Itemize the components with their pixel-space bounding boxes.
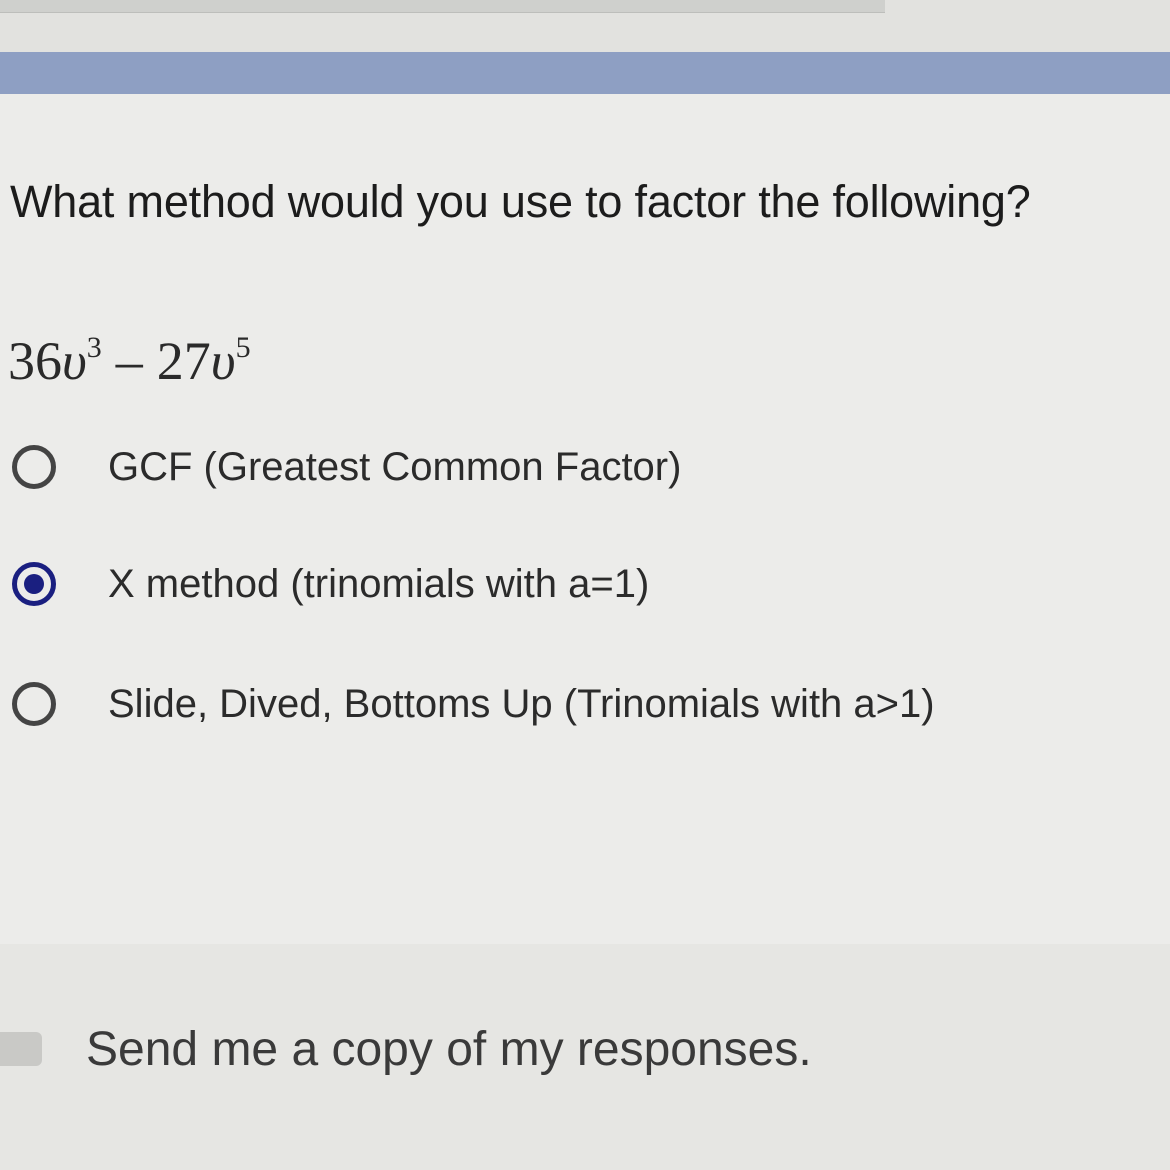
question-title: What method would you use to factor the …	[10, 176, 1031, 227]
send-copy-checkbox[interactable]	[0, 1032, 42, 1066]
option-label-slide-divide: Slide, Dived, Bottoms Up (Trinomials wit…	[108, 681, 935, 726]
term1-variable: υ	[62, 331, 87, 391]
option-slide-divide[interactable]: Slide, Dived, Bottoms Up (Trinomials wit…	[12, 674, 935, 734]
radio-button-gcf[interactable]	[12, 445, 56, 489]
minus-operator: –	[115, 331, 143, 391]
term1-coefficient: 36	[8, 331, 62, 391]
option-label-gcf: GCF (Greatest Common Factor)	[108, 444, 682, 489]
term1-exponent: 3	[86, 331, 102, 364]
top-strip	[0, 0, 1170, 52]
math-expression: 36υ3–27υ5	[8, 330, 251, 392]
term2-variable: υ	[210, 331, 236, 391]
radio-button-x-method[interactable]	[12, 562, 56, 606]
top-shade	[0, 0, 885, 13]
radio-button-slide-divide[interactable]	[12, 682, 56, 726]
section-accent-bar	[0, 52, 1170, 94]
term2-exponent: 5	[235, 331, 251, 364]
option-label-x-method: X method (trinomials with a=1)	[108, 561, 650, 606]
option-gcf[interactable]: GCF (Greatest Common Factor)	[12, 437, 681, 497]
send-copy-label[interactable]: Send me a copy of my responses.	[86, 1022, 812, 1077]
term2-coefficient: 27	[156, 331, 211, 391]
option-x-method[interactable]: X method (trinomials with a=1)	[12, 554, 649, 614]
